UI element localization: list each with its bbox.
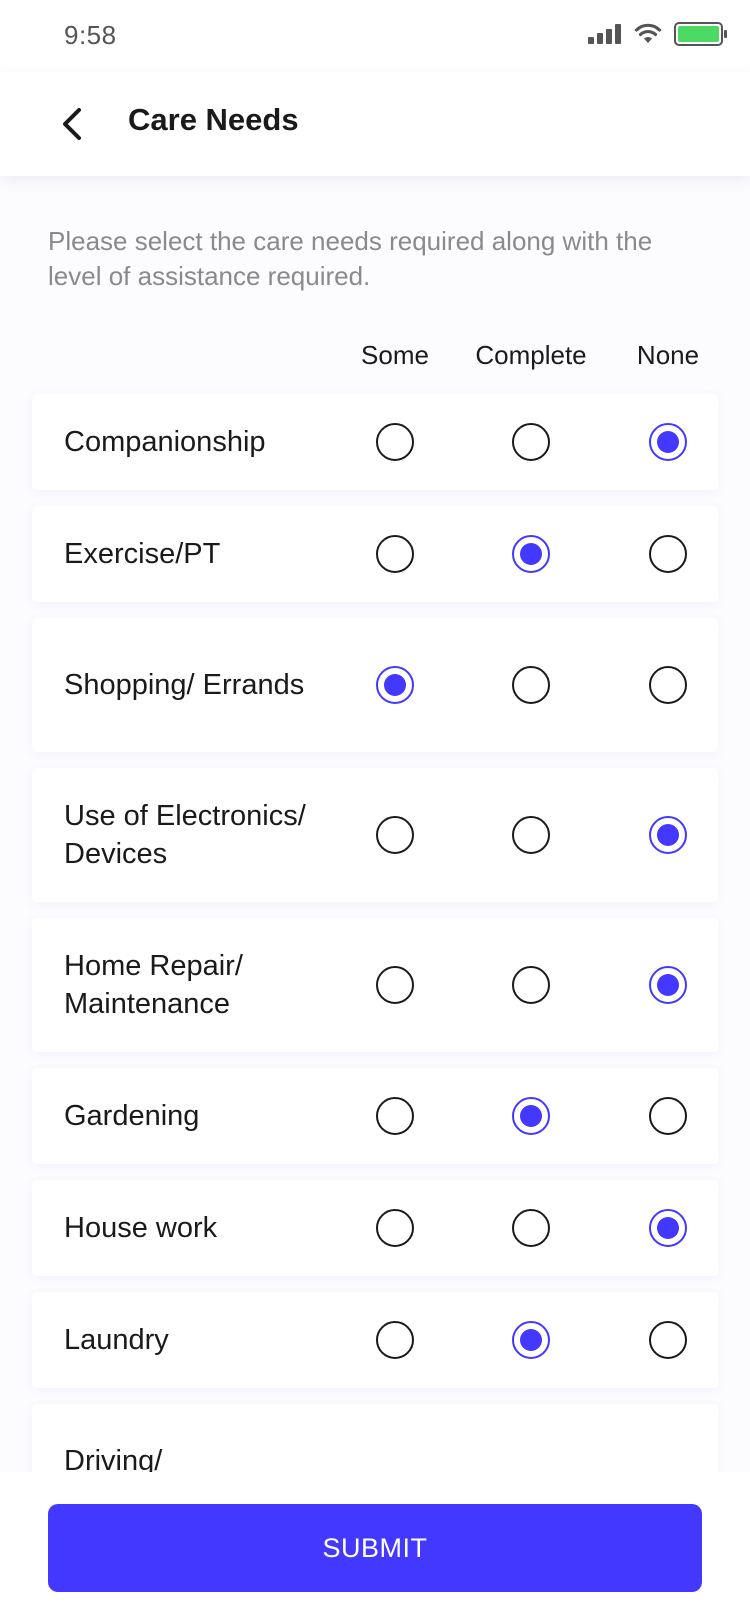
- status-icons: [588, 22, 728, 46]
- radio-complete[interactable]: [512, 423, 550, 461]
- care-need-label: Exercise/PT: [64, 538, 221, 570]
- care-needs-list: Companionship Exercise/PT Shopping/ Errand…: [32, 394, 718, 1472]
- radio-some[interactable]: [376, 666, 414, 704]
- chevron-left-icon: [63, 108, 81, 140]
- care-need-label: Companionship: [64, 426, 266, 458]
- radio-some[interactable]: [376, 423, 414, 461]
- submit-button[interactable]: SUBMIT: [48, 1504, 702, 1592]
- page-title: Care Needs: [128, 102, 299, 137]
- column-headers: Some Complete None: [0, 340, 750, 380]
- care-need-label: Shopping/ Errands: [64, 669, 305, 701]
- radio-none[interactable]: [649, 666, 687, 704]
- radio-complete[interactable]: [512, 816, 550, 854]
- status-bar: 9:58: [0, 0, 750, 72]
- radio-complete[interactable]: [512, 1097, 550, 1135]
- care-need-row: Use of Electronics/ Devices: [32, 768, 718, 902]
- care-need-row: Driving/: [32, 1404, 718, 1472]
- care-need-label: Gardening: [64, 1100, 200, 1132]
- signal-icon: [588, 24, 621, 44]
- column-header-some: Some: [361, 340, 429, 370]
- radio-complete[interactable]: [512, 1321, 550, 1359]
- column-header-none: None: [636, 340, 700, 370]
- footer: SUBMIT: [0, 1472, 750, 1624]
- care-need-label: House work: [64, 1212, 218, 1244]
- column-header-complete: Complete: [475, 340, 587, 370]
- instructions-text: Please select the care needs required al…: [48, 226, 653, 291]
- radio-none[interactable]: [649, 966, 687, 1004]
- care-need-label: Laundry: [64, 1324, 169, 1356]
- care-need-label: Use of Electronics/ Devices: [64, 800, 306, 870]
- radio-complete[interactable]: [512, 966, 550, 1004]
- wifi-icon: [634, 23, 662, 43]
- care-need-row: Home Repair/ Maintenance: [32, 918, 718, 1052]
- care-need-row: Laundry: [32, 1292, 718, 1388]
- care-need-row: Exercise/PT: [32, 506, 718, 602]
- radio-none[interactable]: [649, 535, 687, 573]
- radio-none[interactable]: [649, 1097, 687, 1135]
- care-need-row: Shopping/ Errands: [32, 618, 718, 752]
- care-needs-form: Please select the care needs required al…: [0, 176, 750, 1472]
- radio-none[interactable]: [649, 423, 687, 461]
- radio-none[interactable]: [649, 1321, 687, 1359]
- back-button[interactable]: [48, 94, 96, 154]
- care-need-row: Companionship: [32, 394, 718, 490]
- radio-complete[interactable]: [512, 666, 550, 704]
- radio-some[interactable]: [376, 966, 414, 1004]
- care-need-row: Gardening: [32, 1068, 718, 1164]
- care-need-row: House work: [32, 1180, 718, 1276]
- radio-some[interactable]: [376, 1097, 414, 1135]
- radio-complete[interactable]: [512, 535, 550, 573]
- radio-none[interactable]: [649, 816, 687, 854]
- care-need-label: Home Repair/ Maintenance: [64, 950, 243, 1020]
- radio-some[interactable]: [376, 1209, 414, 1247]
- header: Care Needs: [0, 72, 750, 176]
- status-time: 9:58: [64, 20, 117, 50]
- radio-some[interactable]: [376, 816, 414, 854]
- radio-some[interactable]: [376, 1321, 414, 1359]
- battery-icon: [674, 22, 727, 46]
- radio-complete[interactable]: [512, 1209, 550, 1247]
- radio-some[interactable]: [376, 535, 414, 573]
- care-need-label: Driving/: [64, 1445, 163, 1472]
- radio-none[interactable]: [649, 1209, 687, 1247]
